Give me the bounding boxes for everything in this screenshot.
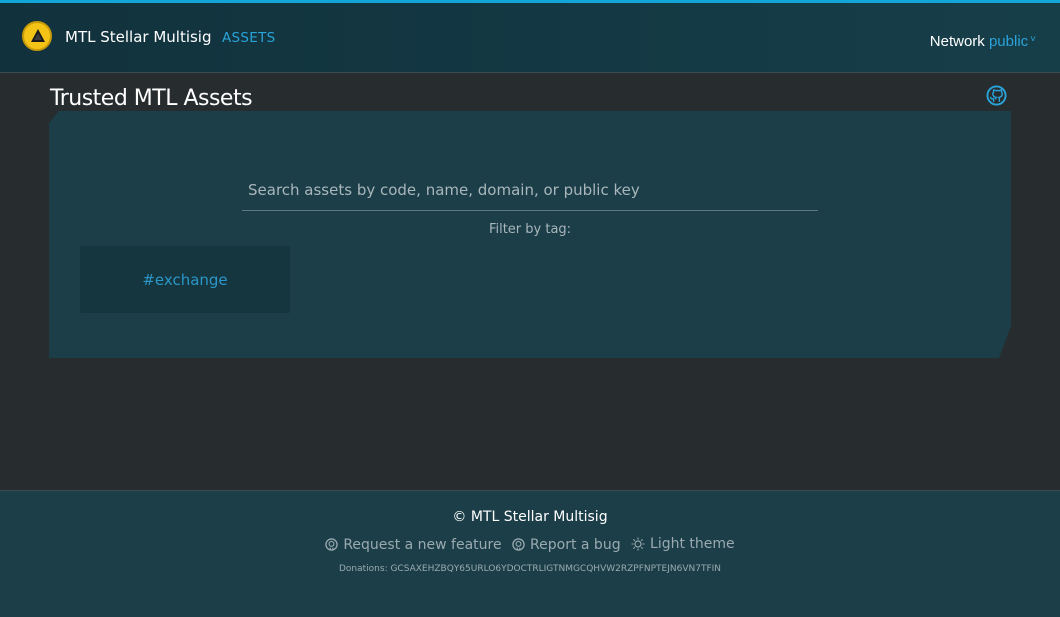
- page-title: Trusted MTL Assets: [50, 86, 253, 111]
- footer: © MTL Stellar Multisig Request a new fea…: [0, 490, 1060, 617]
- light-theme-toggle[interactable]: Light theme: [631, 536, 735, 552]
- sun-icon: [631, 537, 645, 551]
- request-feature-label: Request a new feature: [343, 536, 502, 553]
- top-header: MTL Stellar Multisig ASSETS Network publ…: [0, 3, 1060, 73]
- copyright: © MTL Stellar Multisig: [452, 509, 608, 525]
- light-theme-label: Light theme: [650, 536, 735, 552]
- app-logo-icon[interactable]: [22, 21, 52, 51]
- report-bug-link[interactable]: Report a bug: [512, 537, 621, 553]
- network-label: Network: [929, 33, 985, 50]
- github-icon[interactable]: [986, 85, 1007, 106]
- footer-links: Request a new feature Report a bug Light…: [0, 536, 1060, 555]
- app-title[interactable]: MTL Stellar Multisig: [65, 28, 212, 46]
- network-value: public: [988, 33, 1029, 50]
- nav-assets-link[interactable]: ASSETS: [222, 30, 276, 46]
- tag-exchange-button[interactable]: #exchange: [80, 246, 290, 313]
- chevron-down-icon: ˅: [1030, 34, 1036, 45]
- filter-label: Filter by tag:: [488, 222, 572, 237]
- search-input[interactable]: [242, 170, 818, 211]
- network-selector[interactable]: Network public ˅: [930, 33, 1036, 50]
- request-feature-link[interactable]: Request a new feature: [325, 536, 502, 553]
- donations-address: Donations: GCSAXEHZBQY65URLO6YDOCTRLIGTN…: [338, 564, 722, 574]
- report-bug-label: Report a bug: [530, 536, 621, 553]
- github-icon: [512, 538, 525, 551]
- tag-label: #exchange: [142, 270, 228, 289]
- github-icon: [325, 538, 339, 551]
